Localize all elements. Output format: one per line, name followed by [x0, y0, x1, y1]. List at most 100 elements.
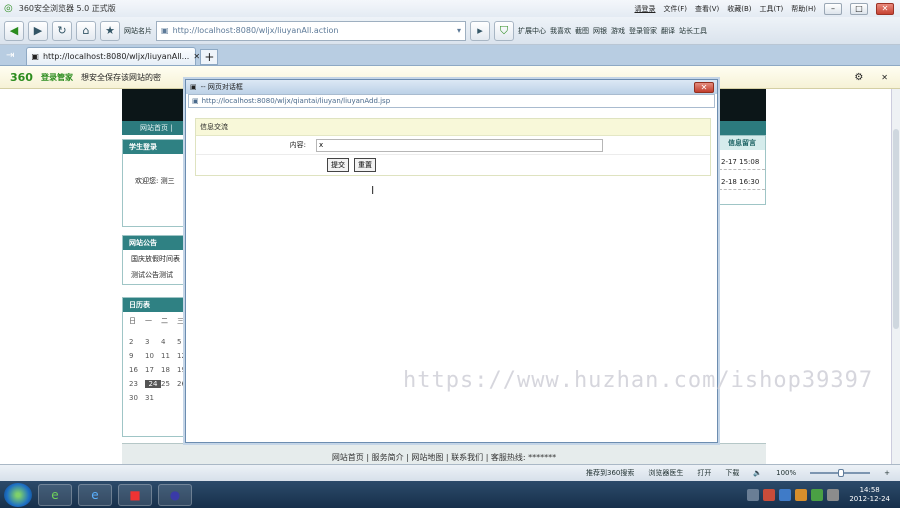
form-buttons: 提交 重置 [196, 155, 710, 175]
ie-icon[interactable]: e [78, 483, 112, 506]
tray-icon[interactable] [795, 488, 808, 501]
tab-label: http://localhost:8080/wljx/liuyanAll... [42, 52, 190, 61]
tray-icon[interactable] [747, 488, 760, 501]
calendar-day[interactable]: 17 [145, 366, 161, 374]
star-icon[interactable]: ★ [100, 20, 120, 41]
recommend-search[interactable]: 推荐到360搜索 [586, 468, 634, 478]
calendar-day[interactable]: 4 [161, 338, 177, 346]
menu-favorites[interactable]: 收藏(B) [727, 4, 751, 14]
menu-tools[interactable]: 工具(T) [760, 4, 784, 14]
notice-item[interactable]: 国庆放假时间表 [131, 254, 185, 264]
maximize-button[interactable]: □ [850, 2, 868, 15]
favorites-label[interactable]: 网站名片 [124, 26, 152, 36]
calendar-day[interactable]: 10 [145, 352, 161, 360]
tray-icon[interactable] [811, 488, 824, 501]
weekday: 日 [129, 317, 136, 325]
page-icon: ▣ [31, 52, 39, 61]
window-title: 360安全浏览器 5.0 正式版 [18, 4, 116, 13]
toolbar-like[interactable]: 我喜欢 [550, 26, 571, 36]
toolbar-screenshot[interactable]: 截图 [575, 26, 589, 36]
toolbar-games[interactable]: 游戏 [611, 26, 625, 36]
calendar-day[interactable]: 2 [129, 338, 145, 346]
close-bar-icon[interactable]: ✕ [881, 73, 888, 82]
notice-item[interactable]: 测试公告测试 [131, 270, 185, 280]
text-cursor-icon: Ι [371, 184, 375, 197]
tab-liuyan[interactable]: ▣ http://localhost:8080/wljx/liuyanAll..… [26, 47, 200, 65]
calendar-day[interactable]: 11 [161, 352, 177, 360]
zoom-level[interactable]: 100% [776, 469, 796, 477]
reset-button[interactable]: 重置 [354, 158, 376, 172]
close-tab-icon[interactable]: ✕ [193, 52, 200, 61]
shield-icon[interactable]: ⛉ [494, 20, 514, 41]
page-icon: ▣ [192, 97, 199, 105]
notice-panel-header: 网站公告 [123, 236, 185, 250]
notice-panel: 网站公告 国庆放假时间表 测试公告测试 [122, 235, 186, 285]
address-bar[interactable]: ▣ http://localhost:8080/wljx/liuyanAll.a… [156, 20, 466, 41]
navigation-toolbar: ◀ ▶ ↻ ⌂ ★ 网站名片 ▣ http://localhost:8080/w… [0, 17, 900, 45]
calendar-day[interactable]: 25 [161, 380, 177, 388]
close-window-button[interactable]: ✕ [876, 2, 894, 15]
tab-bar: ⇥ ▣ http://localhost:8080/wljx/liuyanAll… [0, 45, 900, 66]
dialog-url: http://localhost:8080/wljx/qiantai/liuya… [201, 97, 391, 105]
calendar-day[interactable]: 16 [129, 366, 145, 374]
tray-icon[interactable] [779, 488, 792, 501]
login-manager-brand: 登录管家 [40, 72, 73, 82]
go-arrow-icon[interactable]: ▸ [470, 20, 490, 41]
speaker-icon[interactable]: 🔈 [753, 469, 762, 477]
content-input[interactable] [316, 138, 603, 152]
message-row[interactable]: 2-18 16:30 [719, 178, 765, 190]
home-icon[interactable]: ⌂ [76, 20, 96, 41]
zoom-in-icon[interactable]: + [884, 469, 890, 477]
menu-view[interactable]: 查看(V) [695, 4, 719, 14]
calendar-day[interactable]: 3 [145, 338, 161, 346]
browser-doctor[interactable]: 浏览器医生 [648, 468, 683, 478]
calendar-day[interactable]: 9 [129, 352, 145, 360]
calendar-day[interactable]: 30 [129, 394, 145, 402]
status-bar: 推荐到360搜索 浏览器医生 打开 下载 🔈 100% + [0, 464, 900, 481]
menu-help[interactable]: 帮助(H) [791, 4, 816, 14]
submit-button[interactable]: 提交 [327, 158, 349, 172]
calendar-day[interactable]: 23 [129, 380, 145, 388]
start-button[interactable] [4, 482, 32, 507]
clock[interactable]: 14:58 2012-12-24 [843, 486, 896, 504]
minimize-button[interactable]: – [824, 2, 842, 15]
login-manager-message: 想安全保存该网站的密 [80, 72, 161, 82]
message-row[interactable]: 2-17 15:08 [719, 158, 765, 170]
forward-arrow-icon[interactable]: ▶ [28, 20, 48, 41]
toolbar-translate[interactable]: 翻译 [661, 26, 675, 36]
windows-taskbar: e e ■ ● 14:58 2012-12-24 [0, 481, 900, 508]
refresh-icon[interactable]: ↻ [52, 20, 72, 41]
open-button[interactable]: 打开 [697, 468, 711, 478]
clock-time: 14:58 [859, 485, 880, 494]
zoom-slider[interactable] [810, 469, 871, 477]
weekday: 二 [161, 317, 168, 325]
toolbar-login-manager[interactable]: 登录管家 [629, 26, 657, 36]
tray-icon[interactable] [827, 488, 840, 501]
back-arrow-icon[interactable]: ◀ [4, 20, 24, 41]
dialog-close-button[interactable]: ✕ [694, 81, 714, 93]
eclipse-icon[interactable]: ● [158, 483, 192, 506]
sidebar-toggle-icon[interactable]: ⇥ [6, 50, 14, 61]
toolbar-extensions[interactable]: 扩展中心 [518, 26, 546, 36]
login-panel-header: 学生登录 [123, 140, 185, 154]
toolbar-webmaster[interactable]: 站长工具 [679, 26, 707, 36]
login-link[interactable]: 请登录 [634, 4, 655, 14]
gear-icon[interactable]: ⚙ [854, 72, 863, 83]
calendar-day-today[interactable]: 24 [145, 380, 161, 388]
menu-file[interactable]: 文件(F) [663, 4, 687, 14]
app-red-icon[interactable]: ■ [118, 483, 152, 506]
new-tab-button[interactable]: + [200, 49, 219, 65]
browser-360-icon[interactable]: e [38, 483, 72, 506]
browser-titlebar: ◎ 360安全浏览器 5.0 正式版 请登录 文件(F) 查看(V) 收藏(B)… [0, 0, 900, 17]
tray-icon[interactable] [763, 488, 776, 501]
download-button[interactable]: 下载 [725, 468, 739, 478]
calendar-day[interactable]: 18 [161, 366, 177, 374]
form-header: 信息交流 [196, 119, 710, 136]
dropdown-arrow-icon[interactable]: ▾ [457, 26, 461, 35]
calendar-day[interactable]: 31 [145, 394, 161, 402]
site-footer[interactable]: 网站首页 | 服务简介 | 网站地图 | 联系我们 | 客服热线: ******… [122, 443, 766, 464]
page-scrollbar[interactable] [891, 89, 900, 464]
page-icon: ▣ [161, 26, 169, 35]
toolbar-bank[interactable]: 网银 [593, 26, 607, 36]
dialog-titlebar[interactable]: ▣ -- 网页对话框 ✕ [186, 80, 717, 94]
